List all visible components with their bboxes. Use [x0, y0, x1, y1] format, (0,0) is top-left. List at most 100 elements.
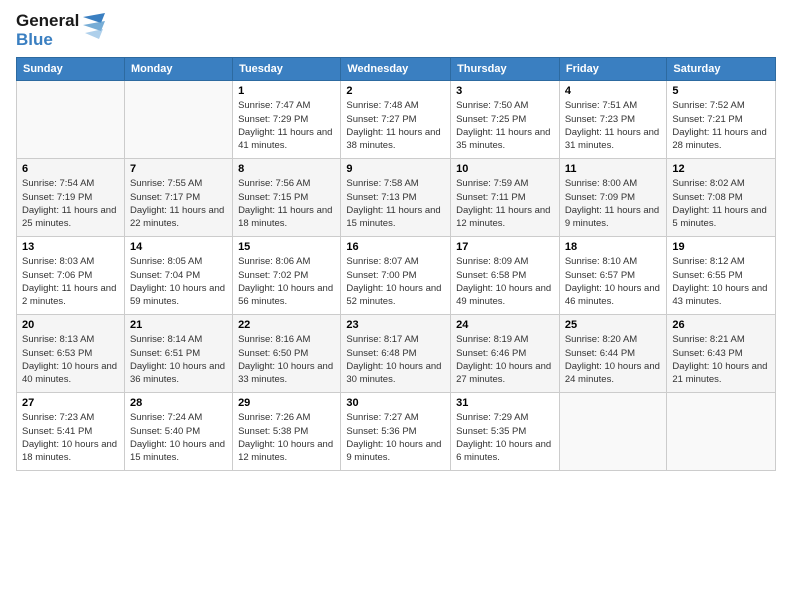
day-number: 17: [456, 241, 554, 253]
day-number: 24: [456, 319, 554, 331]
day-detail: Sunrise: 7:50 AM Sunset: 7:25 PM Dayligh…: [456, 99, 554, 152]
day-number: 30: [346, 397, 445, 409]
day-number: 27: [22, 397, 119, 409]
day-cell: 10 Sunrise: 7:59 AM Sunset: 7:11 PM Dayli…: [451, 159, 560, 237]
col-header-saturday: Saturday: [667, 58, 776, 81]
calendar-table: SundayMondayTuesdayWednesdayThursdayFrid…: [16, 57, 776, 471]
day-cell: 23 Sunrise: 8:17 AM Sunset: 6:48 PM Dayli…: [341, 315, 451, 393]
day-detail: Sunrise: 8:17 AM Sunset: 6:48 PM Dayligh…: [346, 333, 445, 386]
day-number: 28: [130, 397, 227, 409]
calendar-page: General Blue SundayMondayTuesdayWednesda…: [0, 0, 792, 483]
day-number: 21: [130, 319, 227, 331]
day-cell: 19 Sunrise: 8:12 AM Sunset: 6:55 PM Dayli…: [667, 237, 776, 315]
day-detail: Sunrise: 7:29 AM Sunset: 5:35 PM Dayligh…: [456, 411, 554, 464]
logo-text-blue: Blue: [16, 31, 79, 50]
day-detail: Sunrise: 8:13 AM Sunset: 6:53 PM Dayligh…: [22, 333, 119, 386]
day-detail: Sunrise: 8:21 AM Sunset: 6:43 PM Dayligh…: [672, 333, 770, 386]
day-cell: 21 Sunrise: 8:14 AM Sunset: 6:51 PM Dayli…: [124, 315, 232, 393]
day-cell: 22 Sunrise: 8:16 AM Sunset: 6:50 PM Dayli…: [233, 315, 341, 393]
week-row-4: 27Sunrise: 7:23 AM Sunset: 5:41 PM Dayli…: [17, 393, 776, 471]
day-cell: 3 Sunrise: 7:50 AM Sunset: 7:25 PM Daylig…: [451, 81, 560, 159]
day-number: 31: [456, 397, 554, 409]
day-cell: 20 Sunrise: 8:13 AM Sunset: 6:53 PM Dayli…: [17, 315, 125, 393]
week-row-0: 1 Sunrise: 7:47 AM Sunset: 7:29 PM Daylig…: [17, 81, 776, 159]
day-detail: Sunrise: 7:59 AM Sunset: 7:11 PM Dayligh…: [456, 177, 554, 230]
day-detail: Sunrise: 7:52 AM Sunset: 7:21 PM Dayligh…: [672, 99, 770, 152]
day-detail: Sunrise: 8:10 AM Sunset: 6:57 PM Dayligh…: [565, 255, 662, 308]
header-row: SundayMondayTuesdayWednesdayThursdayFrid…: [17, 58, 776, 81]
week-row-3: 20 Sunrise: 8:13 AM Sunset: 6:53 PM Dayli…: [17, 315, 776, 393]
day-detail: Sunrise: 8:06 AM Sunset: 7:02 PM Dayligh…: [238, 255, 335, 308]
day-detail: Sunrise: 8:03 AM Sunset: 7:06 PM Dayligh…: [22, 255, 119, 308]
day-number: 6: [22, 163, 119, 175]
day-number: 23: [346, 319, 445, 331]
day-number: 9: [346, 163, 445, 175]
page-header: General Blue: [16, 12, 776, 49]
col-header-wednesday: Wednesday: [341, 58, 451, 81]
day-number: 13: [22, 241, 119, 253]
col-header-monday: Monday: [124, 58, 232, 81]
logo: General Blue: [16, 12, 105, 49]
day-cell: 1 Sunrise: 7:47 AM Sunset: 7:29 PM Daylig…: [233, 81, 341, 159]
day-detail: Sunrise: 8:16 AM Sunset: 6:50 PM Dayligh…: [238, 333, 335, 386]
day-number: 1: [238, 85, 335, 97]
day-cell: 13 Sunrise: 8:03 AM Sunset: 7:06 PM Dayli…: [17, 237, 125, 315]
logo-bird-icon: [83, 13, 105, 49]
day-number: 2: [346, 85, 445, 97]
day-number: 29: [238, 397, 335, 409]
day-cell: 15 Sunrise: 8:06 AM Sunset: 7:02 PM Dayli…: [233, 237, 341, 315]
week-row-1: 6 Sunrise: 7:54 AM Sunset: 7:19 PM Daylig…: [17, 159, 776, 237]
day-number: 25: [565, 319, 662, 331]
day-number: 15: [238, 241, 335, 253]
day-number: 14: [130, 241, 227, 253]
day-cell: 26 Sunrise: 8:21 AM Sunset: 6:43 PM Dayli…: [667, 315, 776, 393]
day-number: 4: [565, 85, 662, 97]
day-cell: 7Sunrise: 7:55 AM Sunset: 7:17 PM Daylig…: [124, 159, 232, 237]
day-number: 26: [672, 319, 770, 331]
day-detail: Sunrise: 7:27 AM Sunset: 5:36 PM Dayligh…: [346, 411, 445, 464]
day-number: 10: [456, 163, 554, 175]
day-cell: [667, 393, 776, 471]
day-cell: 16Sunrise: 8:07 AM Sunset: 7:00 PM Dayli…: [341, 237, 451, 315]
day-cell: 27Sunrise: 7:23 AM Sunset: 5:41 PM Dayli…: [17, 393, 125, 471]
day-cell: 9 Sunrise: 7:58 AM Sunset: 7:13 PM Daylig…: [341, 159, 451, 237]
day-cell: 5 Sunrise: 7:52 AM Sunset: 7:21 PM Daylig…: [667, 81, 776, 159]
day-cell: 2Sunrise: 7:48 AM Sunset: 7:27 PM Daylig…: [341, 81, 451, 159]
day-cell: 6 Sunrise: 7:54 AM Sunset: 7:19 PM Daylig…: [17, 159, 125, 237]
day-number: 22: [238, 319, 335, 331]
day-detail: Sunrise: 8:07 AM Sunset: 7:00 PM Dayligh…: [346, 255, 445, 308]
day-detail: Sunrise: 8:12 AM Sunset: 6:55 PM Dayligh…: [672, 255, 770, 308]
day-number: 11: [565, 163, 662, 175]
col-header-sunday: Sunday: [17, 58, 125, 81]
day-number: 7: [130, 163, 227, 175]
day-number: 3: [456, 85, 554, 97]
day-number: 5: [672, 85, 770, 97]
day-cell: [17, 81, 125, 159]
day-detail: Sunrise: 7:54 AM Sunset: 7:19 PM Dayligh…: [22, 177, 119, 230]
day-cell: 18Sunrise: 8:10 AM Sunset: 6:57 PM Dayli…: [559, 237, 667, 315]
col-header-friday: Friday: [559, 58, 667, 81]
day-detail: Sunrise: 8:00 AM Sunset: 7:09 PM Dayligh…: [565, 177, 662, 230]
day-detail: Sunrise: 8:05 AM Sunset: 7:04 PM Dayligh…: [130, 255, 227, 308]
day-detail: Sunrise: 7:58 AM Sunset: 7:13 PM Dayligh…: [346, 177, 445, 230]
day-number: 19: [672, 241, 770, 253]
day-cell: 12Sunrise: 8:02 AM Sunset: 7:08 PM Dayli…: [667, 159, 776, 237]
day-detail: Sunrise: 7:56 AM Sunset: 7:15 PM Dayligh…: [238, 177, 335, 230]
col-header-thursday: Thursday: [451, 58, 560, 81]
day-detail: Sunrise: 7:47 AM Sunset: 7:29 PM Dayligh…: [238, 99, 335, 152]
day-detail: Sunrise: 8:19 AM Sunset: 6:46 PM Dayligh…: [456, 333, 554, 386]
day-cell: 31 Sunrise: 7:29 AM Sunset: 5:35 PM Dayli…: [451, 393, 560, 471]
day-number: 20: [22, 319, 119, 331]
col-header-tuesday: Tuesday: [233, 58, 341, 81]
day-cell: 24 Sunrise: 8:19 AM Sunset: 6:46 PM Dayli…: [451, 315, 560, 393]
day-detail: Sunrise: 8:20 AM Sunset: 6:44 PM Dayligh…: [565, 333, 662, 386]
logo-text-general: General: [16, 12, 79, 31]
day-cell: 14 Sunrise: 8:05 AM Sunset: 7:04 PM Dayli…: [124, 237, 232, 315]
logo-container: General Blue: [16, 12, 105, 49]
day-cell: 8Sunrise: 7:56 AM Sunset: 7:15 PM Daylig…: [233, 159, 341, 237]
day-detail: Sunrise: 8:14 AM Sunset: 6:51 PM Dayligh…: [130, 333, 227, 386]
day-cell: 4 Sunrise: 7:51 AM Sunset: 7:23 PM Daylig…: [559, 81, 667, 159]
day-detail: Sunrise: 7:51 AM Sunset: 7:23 PM Dayligh…: [565, 99, 662, 152]
day-cell: 11 Sunrise: 8:00 AM Sunset: 7:09 PM Dayli…: [559, 159, 667, 237]
day-cell: 25 Sunrise: 8:20 AM Sunset: 6:44 PM Dayli…: [559, 315, 667, 393]
